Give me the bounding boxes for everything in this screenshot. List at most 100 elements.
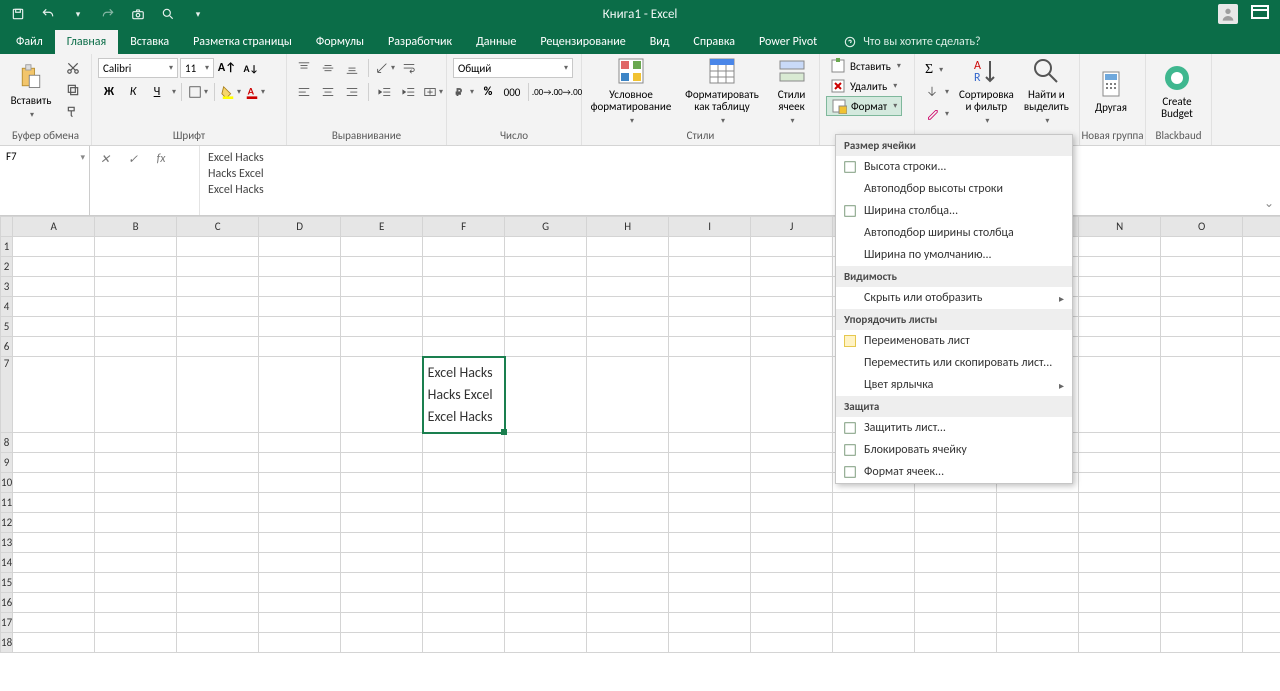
cell[interactable] [341,433,423,453]
cell[interactable] [1161,277,1243,297]
fill-handle[interactable] [501,429,507,435]
cell[interactable] [1161,257,1243,277]
tell-me-search[interactable]: Что вы хотите сделать? [843,35,980,54]
cell[interactable] [669,237,751,257]
cell[interactable] [751,633,833,653]
cell[interactable] [177,337,259,357]
tab-file[interactable]: Файл [4,30,55,54]
cut-button[interactable] [62,58,84,78]
align-center-button[interactable] [317,82,339,102]
cell[interactable] [341,257,423,277]
cancel-edit-button[interactable]: ✕ [94,150,116,168]
cell[interactable] [669,277,751,297]
cell[interactable] [259,593,341,613]
cell[interactable] [1243,553,1280,573]
cell[interactable] [341,613,423,633]
tab-power-pivot[interactable]: Power Pivot [747,30,829,54]
cell[interactable] [1161,317,1243,337]
cell[interactable] [669,613,751,633]
cell[interactable] [997,613,1079,633]
cell[interactable] [833,533,915,553]
cell[interactable] [177,513,259,533]
cell[interactable] [1243,613,1280,633]
fx-button[interactable]: fx [150,150,172,168]
cell[interactable] [587,493,669,513]
row-header[interactable]: 16 [1,593,13,613]
cell[interactable] [751,613,833,633]
menu-item[interactable]: Формат ячеек... [836,461,1072,483]
cell[interactable] [997,553,1079,573]
cell[interactable] [1243,257,1280,277]
format-as-table-button[interactable]: Форматировать как таблицу▾ [680,58,764,124]
cell[interactable] [177,633,259,653]
column-header[interactable]: G [505,217,587,237]
cell[interactable] [1079,473,1161,493]
cell[interactable] [751,277,833,297]
cell[interactable] [95,473,177,493]
menu-item[interactable]: Цвет ярлычка▸ [836,374,1072,396]
percent-button[interactable]: % [477,82,499,102]
format-painter-button[interactable] [62,102,84,122]
cell[interactable] [423,297,505,317]
cell[interactable] [505,593,587,613]
save-icon[interactable] [6,3,30,25]
tab-review[interactable]: Рецензирование [528,30,637,54]
cell[interactable] [13,257,95,277]
cell[interactable] [1161,337,1243,357]
cell[interactable] [13,337,95,357]
cell[interactable] [13,553,95,573]
cell[interactable] [751,257,833,277]
cell[interactable] [13,433,95,453]
cell[interactable] [341,317,423,337]
cell[interactable] [341,277,423,297]
cell[interactable] [1079,493,1161,513]
cell[interactable] [341,513,423,533]
autosum-button[interactable]: Σ▾ [921,60,953,80]
menu-item[interactable]: Защитить лист... [836,417,1072,439]
cell[interactable] [587,237,669,257]
cell[interactable] [95,593,177,613]
bold-button[interactable]: Ж [98,82,120,102]
orientation-button[interactable]: ▾ [374,58,396,78]
cell[interactable] [13,573,95,593]
delete-cells-button[interactable]: Удалить▾ [826,76,901,96]
row-header[interactable]: 17 [1,613,13,633]
cell[interactable] [1243,297,1280,317]
cell[interactable] [505,357,587,433]
cell[interactable] [259,573,341,593]
row-header[interactable]: 4 [1,297,13,317]
cell[interactable] [13,493,95,513]
cell[interactable] [1161,493,1243,513]
magnifier-icon[interactable] [156,3,180,25]
row-header[interactable]: 13 [1,533,13,553]
cell[interactable] [915,613,997,633]
cell[interactable] [95,553,177,573]
cell[interactable] [95,513,177,533]
cell[interactable] [95,453,177,473]
column-header[interactable]: H [587,217,669,237]
cell[interactable] [95,357,177,433]
cell[interactable] [1161,633,1243,653]
cell[interactable] [505,453,587,473]
cell[interactable] [997,533,1079,553]
cell[interactable] [341,493,423,513]
font-color-button[interactable]: A▾ [244,82,266,102]
cell[interactable] [259,633,341,653]
cell[interactable] [177,357,259,433]
cell[interactable] [1243,453,1280,473]
menu-item[interactable]: Автоподбор высоты строки [836,178,1072,200]
cell[interactable] [915,633,997,653]
column-header[interactable]: C [177,217,259,237]
cell[interactable] [1079,453,1161,473]
font-name-combo[interactable]: Calibri▾ [98,58,178,78]
cell[interactable] [1243,493,1280,513]
cell[interactable] [1079,533,1161,553]
cell[interactable] [341,453,423,473]
align-left-button[interactable] [293,82,315,102]
tab-home[interactable]: Главная [55,30,118,54]
cell[interactable] [669,433,751,453]
cell[interactable] [587,433,669,453]
cell[interactable] [423,493,505,513]
cell[interactable] [13,237,95,257]
cell[interactable] [587,297,669,317]
